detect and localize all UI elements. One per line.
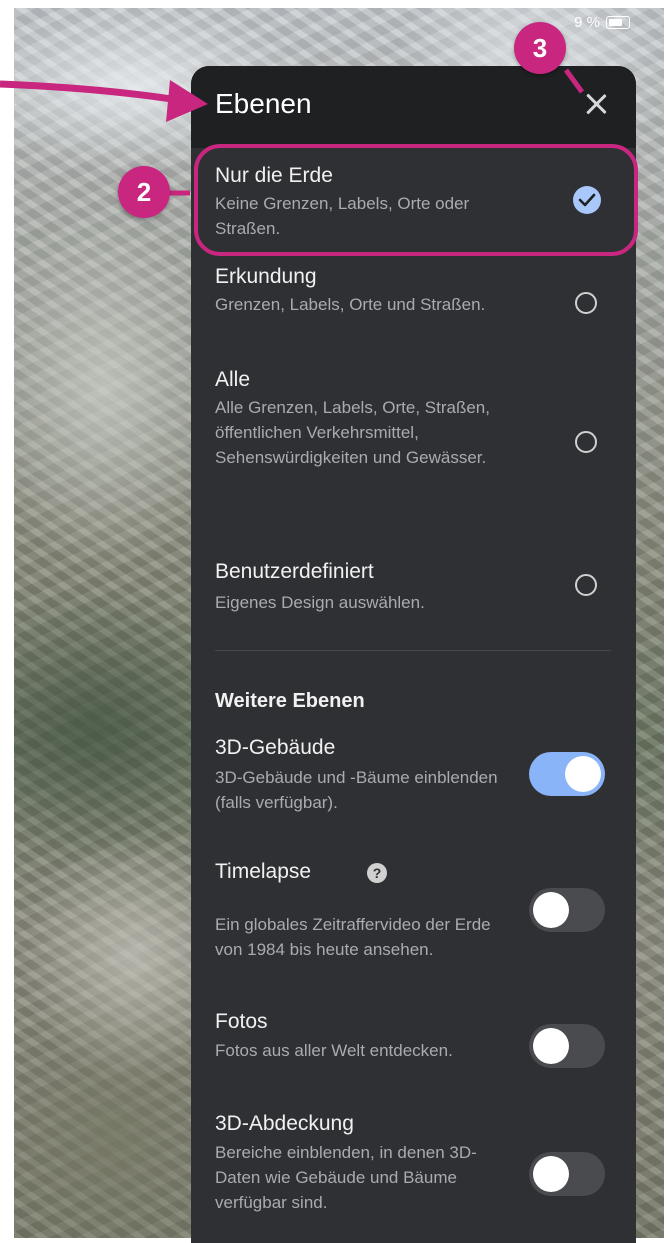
step-badge-3: 3 <box>514 22 566 74</box>
step-badge-2: 2 <box>118 166 170 218</box>
badge-3-connector <box>563 68 585 94</box>
highlight-frame <box>194 144 638 256</box>
pointer-arrow <box>0 80 179 104</box>
arrow-head <box>166 80 208 122</box>
